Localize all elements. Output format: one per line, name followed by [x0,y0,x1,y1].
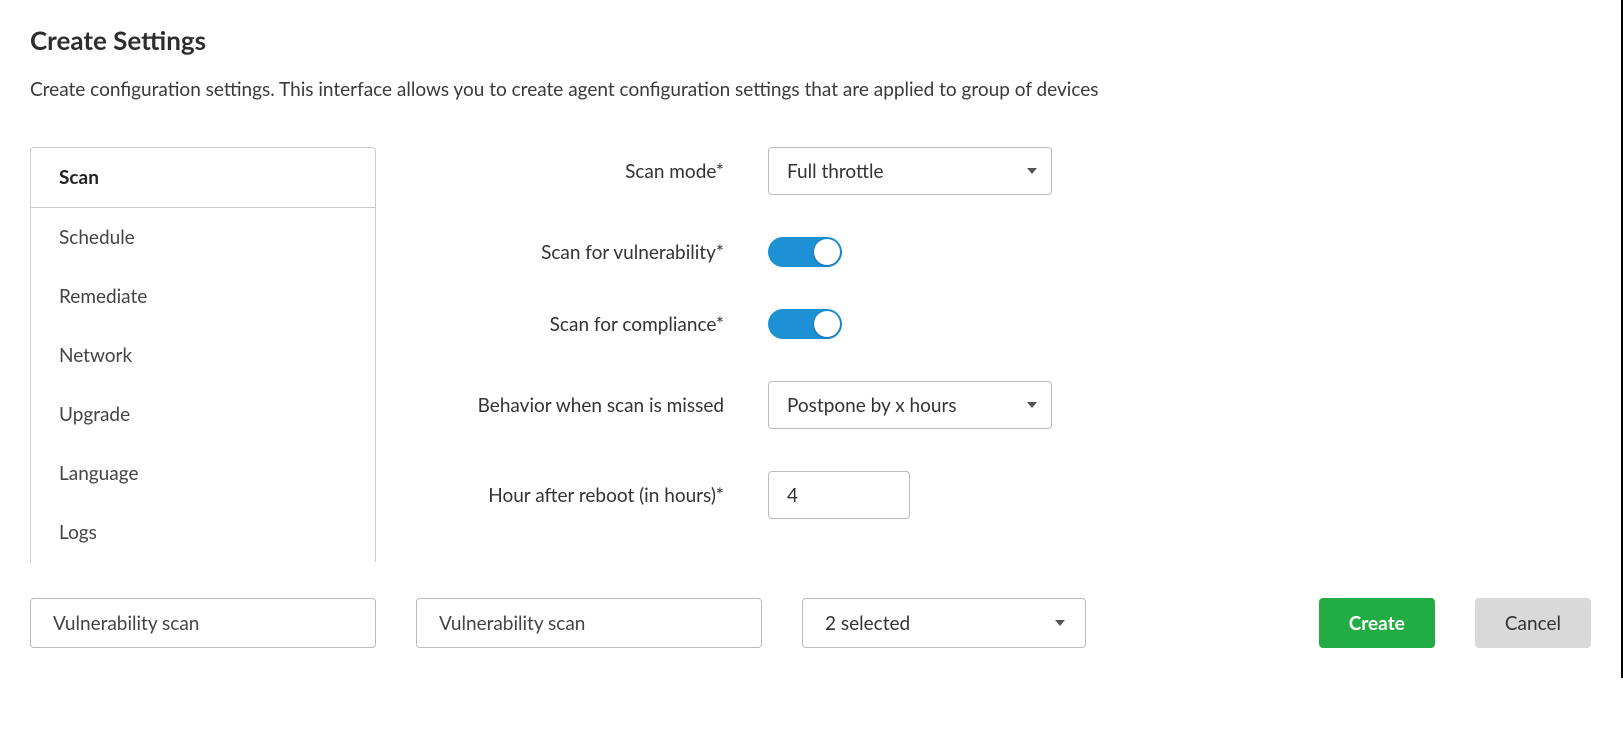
chevron-down-icon [1027,402,1037,408]
scan-compliance-toggle[interactable] [768,309,842,339]
scan-vulnerability-toggle[interactable] [768,237,842,267]
cancel-button[interactable]: Cancel [1475,598,1591,648]
settings-nav: Scan Schedule Remediate Network Upgrade … [30,147,376,562]
nav-item-logs[interactable]: Logs [31,503,375,562]
device-group-value: 2 selected [825,612,910,635]
missed-behavior-select[interactable]: Postpone by x hours [768,381,1052,429]
page-description: Create configuration settings. This inte… [30,78,1591,101]
missed-behavior-value: Postpone by x hours [787,394,957,417]
footer-actions: 2 selected Create Cancel [30,598,1591,648]
nav-item-network[interactable]: Network [31,326,375,385]
nav-item-schedule[interactable]: Schedule [31,208,375,267]
settings-name-input-2[interactable] [416,598,762,648]
hours-after-reboot-input[interactable] [768,471,910,519]
chevron-down-icon [1055,620,1065,626]
nav-item-scan[interactable]: Scan [31,148,375,208]
nav-item-language[interactable]: Language [31,444,375,503]
settings-name-input-1[interactable] [30,598,376,648]
scan-vulnerability-label: Scan for vulnerability* [406,241,768,264]
nav-item-remediate[interactable]: Remediate [31,267,375,326]
chevron-down-icon [1027,168,1037,174]
scan-compliance-label: Scan for compliance* [406,313,768,336]
missed-behavior-label: Behavior when scan is missed [406,394,768,417]
page-title: Create Settings [30,24,1591,56]
scan-mode-label: Scan mode* [406,160,768,183]
nav-item-upgrade[interactable]: Upgrade [31,385,375,444]
toggle-knob [814,239,840,265]
device-group-select[interactable]: 2 selected [802,598,1086,648]
hours-after-reboot-label: Hour after reboot (in hours)* [406,484,768,507]
scan-mode-select[interactable]: Full throttle [768,147,1052,195]
scan-form: Scan mode* Full throttle Scan for vulner… [406,147,1591,519]
create-button[interactable]: Create [1319,598,1435,648]
toggle-knob [814,311,840,337]
scan-mode-value: Full throttle [787,160,884,183]
